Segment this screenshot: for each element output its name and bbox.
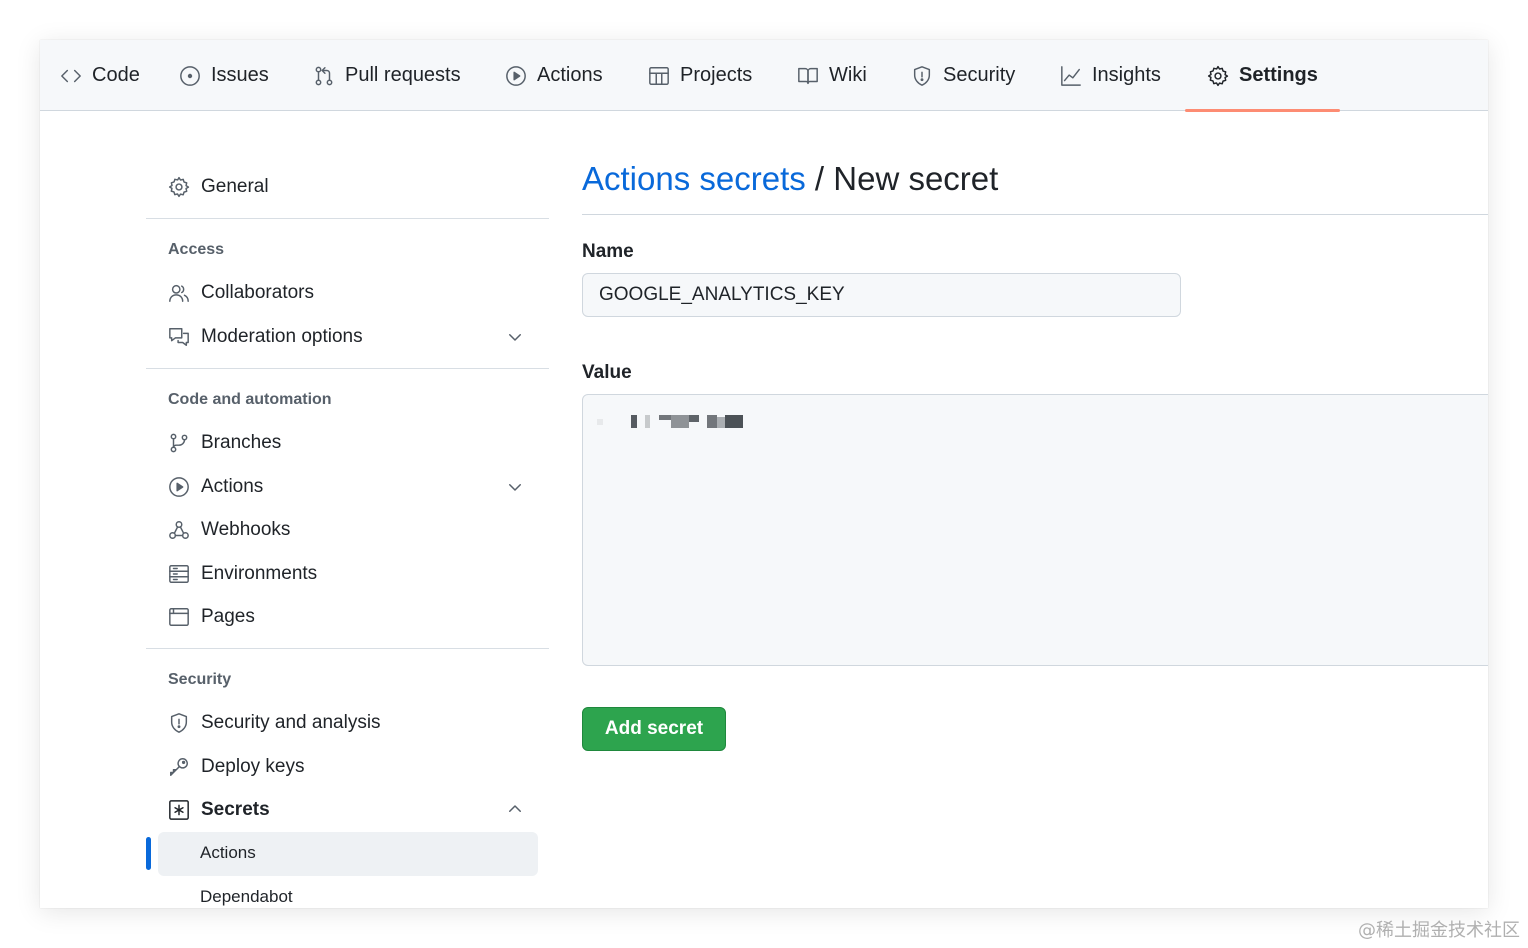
sidebar-item-label: Secrets <box>201 799 270 820</box>
sidebar-item-label: Actions <box>201 476 264 497</box>
sidebar-heading-security: Security <box>168 671 232 688</box>
shield-icon <box>170 713 188 733</box>
tab-label: Code <box>92 64 140 86</box>
sidebar-item-label: Collaborators <box>201 282 314 303</box>
chevron-up-icon[interactable] <box>506 800 524 818</box>
issue-icon <box>180 65 200 86</box>
active-indicator <box>146 837 151 870</box>
sidebar-item-actions[interactable]: Actions <box>168 469 528 505</box>
secret-name-input[interactable] <box>582 273 1181 317</box>
tab-issues[interactable]: Issues <box>179 40 269 111</box>
tab-projects[interactable]: Projects <box>648 40 752 111</box>
tab-label: Issues <box>211 64 269 86</box>
key-icon <box>170 758 188 776</box>
gear-icon <box>168 176 190 198</box>
browser-icon <box>169 608 189 626</box>
sidebar-divider <box>146 368 549 369</box>
sidebar-item-security-analysis[interactable]: Security and analysis <box>168 705 528 741</box>
repo-nav: Code Issues Pull requests Actions Projec… <box>40 40 1488 112</box>
play-icon <box>506 65 526 86</box>
value-label: Value <box>582 362 632 383</box>
secret-value-textarea[interactable] <box>582 394 1488 666</box>
name-label: Name <box>582 241 634 262</box>
key-asterisk-icon <box>169 800 189 820</box>
play-icon <box>169 477 189 497</box>
sidebar-item-collaborators[interactable]: Collaborators <box>168 275 528 311</box>
sidebar-heading-access: Access <box>168 241 225 258</box>
tab-label: Security <box>943 64 1016 86</box>
sidebar-item-label: Moderation options <box>201 326 363 347</box>
tab-label: Projects <box>680 64 753 86</box>
tab-insights[interactable]: Insights <box>1060 40 1161 111</box>
watermark: @稀土掘金技术社区 <box>1358 920 1520 941</box>
tab-pull-requests[interactable]: Pull requests <box>313 40 461 111</box>
sidebar-heading-code-automation: Code and automation <box>168 391 332 408</box>
sidebar-item-label: Branches <box>201 432 282 453</box>
sidebar-item-secrets[interactable]: Secrets <box>168 792 528 828</box>
sidebar-item-moderation-options[interactable]: Moderation options <box>168 319 528 355</box>
tab-settings[interactable]: Settings <box>1185 40 1340 112</box>
chevron-down-icon[interactable] <box>506 478 524 496</box>
page-title-text: New secret <box>833 160 999 197</box>
sidebar-subitem-dependabot[interactable]: Dependabot <box>200 887 293 907</box>
sidebar-item-webhooks[interactable]: Webhooks <box>168 512 528 548</box>
shield-icon <box>913 65 931 86</box>
tab-label: Pull requests <box>345 64 461 86</box>
tab-actions[interactable]: Actions <box>505 40 603 111</box>
server-icon <box>169 565 189 583</box>
chevron-down-icon[interactable] <box>506 328 524 346</box>
sidebar-item-label: Webhooks <box>201 519 291 540</box>
tab-label: Actions <box>537 64 603 86</box>
tab-security[interactable]: Security <box>911 40 1015 111</box>
comment-discussion-icon <box>169 328 189 346</box>
sidebar-item-label: Security and analysis <box>201 712 381 733</box>
browser-window: Code Issues Pull requests Actions Projec… <box>40 40 1488 908</box>
gear-icon <box>1207 65 1229 86</box>
sidebar-item-label: Pages <box>201 606 255 627</box>
sidebar-item-label: Deploy keys <box>201 756 305 777</box>
tab-code[interactable]: Code <box>60 40 140 111</box>
sidebar-item-deploy-keys[interactable]: Deploy keys <box>168 749 528 785</box>
book-icon <box>798 67 818 84</box>
breadcrumb-actions-secrets[interactable]: Actions secrets <box>582 160 806 197</box>
breadcrumb-separator: / <box>814 160 825 197</box>
sidebar-item-label: Environments <box>201 563 318 584</box>
table-icon <box>649 66 669 85</box>
sidebar-item-label: General <box>201 176 269 197</box>
graph-icon <box>1061 65 1081 86</box>
tab-wiki[interactable]: Wiki <box>797 40 867 111</box>
page-title: Actions secrets / New secret <box>582 160 998 198</box>
tab-label: Settings <box>1239 64 1318 86</box>
sidebar-divider <box>146 648 549 649</box>
sidebar-divider <box>146 218 549 219</box>
tab-label: Insights <box>1092 64 1161 86</box>
sidebar-item-branches[interactable]: Branches <box>168 425 528 461</box>
sidebar-subitem-actions[interactable]: Actions <box>200 843 256 863</box>
people-icon <box>169 284 189 302</box>
sidebar-item-pages[interactable]: Pages <box>168 599 528 635</box>
tab-label: Wiki <box>829 64 867 86</box>
add-secret-button[interactable]: Add secret <box>582 707 726 751</box>
sidebar-item-general[interactable]: General <box>168 169 528 205</box>
title-divider <box>582 214 1488 215</box>
sidebar-item-environments[interactable]: Environments <box>168 556 528 592</box>
branch-icon <box>170 433 188 453</box>
pull-request-icon <box>315 66 333 85</box>
code-icon <box>61 69 81 82</box>
webhook-icon <box>169 521 189 539</box>
